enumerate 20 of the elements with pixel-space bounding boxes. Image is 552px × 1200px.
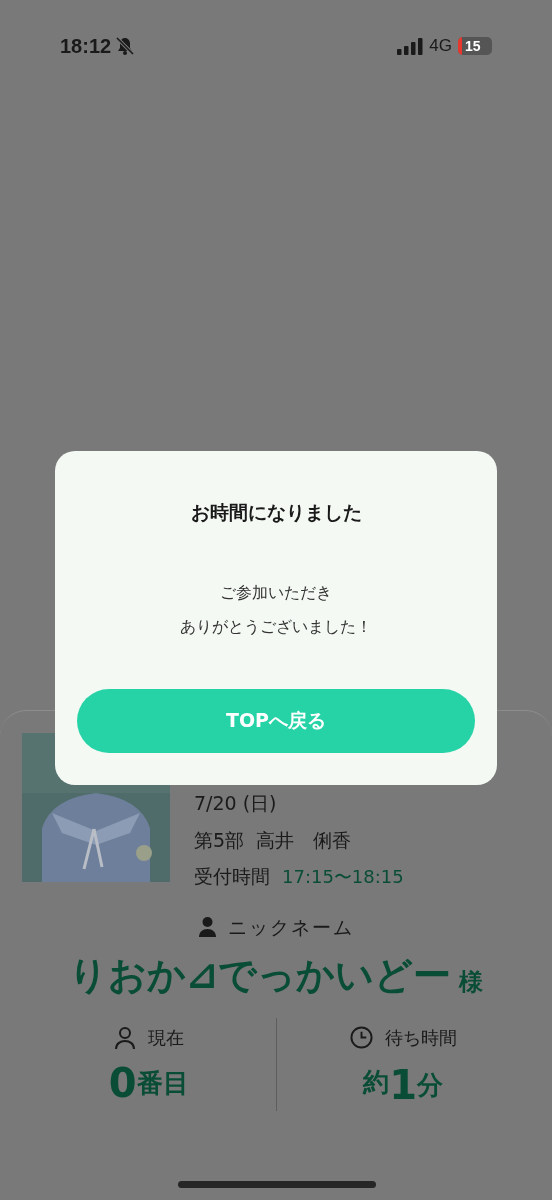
nickname-label: ニックネーム: [227, 914, 354, 940]
back-to-top-button[interactable]: TOPへ戻る: [77, 688, 475, 753]
honorific: 様: [458, 967, 483, 998]
stat-label: 現在: [147, 1026, 184, 1050]
stat-label: 待ち時間: [384, 1026, 457, 1050]
dialog-message: ご参加いただき ありがとうございました！: [180, 581, 372, 638]
dialog-title: お時間になりました: [190, 500, 362, 525]
reception-time: 17:15〜18:15: [282, 865, 404, 889]
nickname: りおか⊿でっかいどー: [69, 952, 451, 999]
signal-icon: [397, 37, 424, 55]
user-icon: [198, 916, 216, 937]
stat-value: 0番目: [108, 1063, 189, 1103]
person-icon: [113, 1025, 136, 1050]
session-label: 第5部 高井 俐香: [194, 827, 353, 853]
network-label: 4G: [429, 35, 452, 58]
event-date: 7/20 (日): [194, 791, 278, 816]
clock-time: 18:12: [60, 34, 112, 59]
clock-icon: [349, 1026, 373, 1049]
battery-indicator: 15: [458, 37, 492, 55]
reception-label: 受付時間: [194, 864, 270, 889]
